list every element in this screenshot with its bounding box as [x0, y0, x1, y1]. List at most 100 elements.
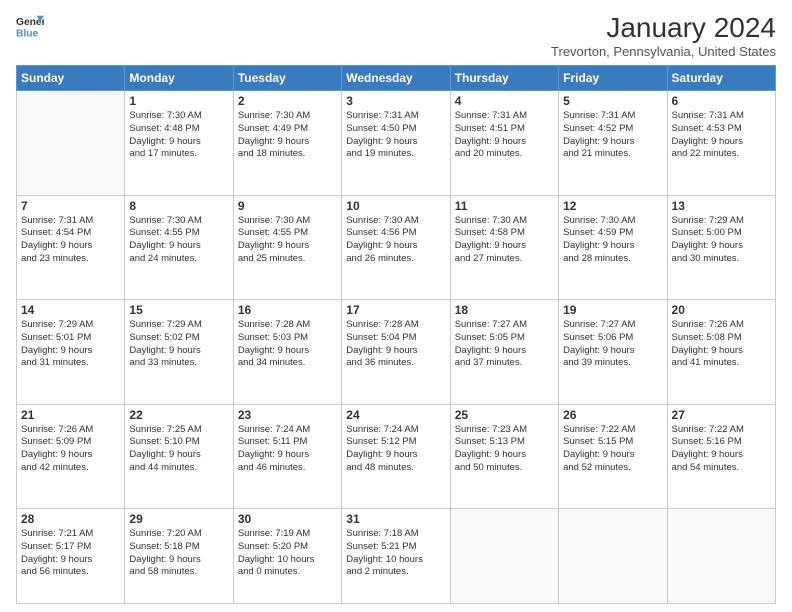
page: General Blue January 2024 Trevorton, Pen… [0, 0, 792, 612]
cell-content: Sunrise: 7:27 AMSunset: 5:06 PMDaylight:… [563, 319, 662, 370]
calendar-cell: 25 Sunrise: 7:23 AMSunset: 5:13 PMDayligh… [450, 404, 558, 509]
day-number: 27 [672, 408, 771, 422]
cell-content: Sunrise: 7:30 AMSunset: 4:56 PMDaylight:… [346, 215, 445, 266]
day-number: 22 [129, 408, 228, 422]
calendar-cell: 21 Sunrise: 7:26 AMSunset: 5:09 PMDayligh… [17, 404, 125, 509]
calendar-cell: 7 Sunrise: 7:31 AMSunset: 4:54 PMDaylight… [17, 195, 125, 300]
calendar-cell: 11 Sunrise: 7:30 AMSunset: 4:58 PMDayligh… [450, 195, 558, 300]
month-title: January 2024 [551, 12, 776, 44]
calendar-cell: 8 Sunrise: 7:30 AMSunset: 4:55 PMDaylight… [125, 195, 233, 300]
day-number: 2 [238, 94, 337, 108]
calendar-cell: 31 Sunrise: 7:18 AMSunset: 5:21 PMDayligh… [342, 509, 450, 604]
calendar-cell: 4 Sunrise: 7:31 AMSunset: 4:51 PMDaylight… [450, 91, 558, 196]
day-number: 11 [455, 199, 554, 213]
cell-content: Sunrise: 7:29 AMSunset: 5:01 PMDaylight:… [21, 319, 120, 370]
cell-content: Sunrise: 7:29 AMSunset: 5:00 PMDaylight:… [672, 215, 771, 266]
calendar-cell: 14Sunrise: 7:29 AMSunset: 5:01 PMDayligh… [17, 300, 125, 405]
day-number: 24 [346, 408, 445, 422]
cell-content: Sunrise: 7:30 AMSunset: 4:48 PMDaylight:… [129, 110, 228, 161]
week-row-5: 28Sunrise: 7:21 AMSunset: 5:17 PMDayligh… [17, 509, 776, 604]
calendar-cell: 9 Sunrise: 7:30 AMSunset: 4:55 PMDaylight… [233, 195, 341, 300]
calendar-cell: 16 Sunrise: 7:28 AMSunset: 5:03 PMDayligh… [233, 300, 341, 405]
calendar-cell [667, 509, 775, 604]
day-number: 6 [672, 94, 771, 108]
calendar-cell: 12Sunrise: 7:30 AMSunset: 4:59 PMDayligh… [559, 195, 667, 300]
cell-content: Sunrise: 7:31 AMSunset: 4:53 PMDaylight:… [672, 110, 771, 161]
calendar-cell: 1 Sunrise: 7:30 AMSunset: 4:48 PMDaylight… [125, 91, 233, 196]
calendar-cell: 10 Sunrise: 7:30 AMSunset: 4:56 PMDayligh… [342, 195, 450, 300]
cell-content: Sunrise: 7:26 AMSunset: 5:09 PMDaylight:… [21, 424, 120, 475]
calendar-cell [450, 509, 558, 604]
day-number: 10 [346, 199, 445, 213]
col-monday: Monday [125, 66, 233, 91]
cell-content: Sunrise: 7:31 AMSunset: 4:50 PMDaylight:… [346, 110, 445, 161]
cell-content: Sunrise: 7:21 AMSunset: 5:17 PMDaylight:… [21, 528, 120, 579]
day-number: 23 [238, 408, 337, 422]
day-number: 9 [238, 199, 337, 213]
calendar-cell: 26Sunrise: 7:22 AMSunset: 5:15 PMDayligh… [559, 404, 667, 509]
calendar-cell: 22 Sunrise: 7:25 AMSunset: 5:10 PMDayligh… [125, 404, 233, 509]
calendar-cell: 18 Sunrise: 7:27 AMSunset: 5:05 PMDayligh… [450, 300, 558, 405]
col-saturday: Saturday [667, 66, 775, 91]
cell-content: Sunrise: 7:23 AMSunset: 5:13 PMDaylight:… [455, 424, 554, 475]
day-number: 19 [563, 303, 662, 317]
calendar-cell: 3 Sunrise: 7:31 AMSunset: 4:50 PMDaylight… [342, 91, 450, 196]
cell-content: Sunrise: 7:27 AMSunset: 5:05 PMDaylight:… [455, 319, 554, 370]
logo: General Blue [16, 12, 44, 40]
cell-content: Sunrise: 7:28 AMSunset: 5:04 PMDaylight:… [346, 319, 445, 370]
calendar-cell: 15Sunrise: 7:29 AMSunset: 5:02 PMDayligh… [125, 300, 233, 405]
day-number: 31 [346, 512, 445, 526]
calendar-cell: 27 Sunrise: 7:22 AMSunset: 5:16 PMDayligh… [667, 404, 775, 509]
calendar-cell: 13 Sunrise: 7:29 AMSunset: 5:00 PMDayligh… [667, 195, 775, 300]
day-number: 21 [21, 408, 120, 422]
calendar-cell: 19 Sunrise: 7:27 AMSunset: 5:06 PMDayligh… [559, 300, 667, 405]
cell-content: Sunrise: 7:31 AMSunset: 4:51 PMDaylight:… [455, 110, 554, 161]
cell-content: Sunrise: 7:31 AMSunset: 4:54 PMDaylight:… [21, 215, 120, 266]
day-number: 7 [21, 199, 120, 213]
col-thursday: Thursday [450, 66, 558, 91]
cell-content: Sunrise: 7:28 AMSunset: 5:03 PMDaylight:… [238, 319, 337, 370]
day-number: 12 [563, 199, 662, 213]
week-row-1: 1 Sunrise: 7:30 AMSunset: 4:48 PMDaylight… [17, 91, 776, 196]
col-friday: Friday [559, 66, 667, 91]
cell-content: Sunrise: 7:24 AMSunset: 5:11 PMDaylight:… [238, 424, 337, 475]
cell-content: Sunrise: 7:22 AMSunset: 5:16 PMDaylight:… [672, 424, 771, 475]
cell-content: Sunrise: 7:22 AMSunset: 5:15 PMDaylight:… [563, 424, 662, 475]
cell-content: Sunrise: 7:18 AMSunset: 5:21 PMDaylight:… [346, 528, 445, 579]
col-wednesday: Wednesday [342, 66, 450, 91]
logo-icon: General Blue [16, 12, 44, 40]
day-number: 4 [455, 94, 554, 108]
location: Trevorton, Pennsylvania, United States [551, 44, 776, 59]
cell-content: Sunrise: 7:25 AMSunset: 5:10 PMDaylight:… [129, 424, 228, 475]
calendar-cell: 20 Sunrise: 7:26 AMSunset: 5:08 PMDayligh… [667, 300, 775, 405]
cell-content: Sunrise: 7:30 AMSunset: 4:55 PMDaylight:… [129, 215, 228, 266]
day-number: 3 [346, 94, 445, 108]
header: General Blue January 2024 Trevorton, Pen… [16, 12, 776, 59]
cell-content: Sunrise: 7:24 AMSunset: 5:12 PMDaylight:… [346, 424, 445, 475]
header-row: Sunday Monday Tuesday Wednesday Thursday… [17, 66, 776, 91]
day-number: 8 [129, 199, 228, 213]
week-row-2: 7 Sunrise: 7:31 AMSunset: 4:54 PMDaylight… [17, 195, 776, 300]
calendar-cell: 29Sunrise: 7:20 AMSunset: 5:18 PMDayligh… [125, 509, 233, 604]
col-sunday: Sunday [17, 66, 125, 91]
cell-content: Sunrise: 7:26 AMSunset: 5:08 PMDaylight:… [672, 319, 771, 370]
day-number: 16 [238, 303, 337, 317]
day-number: 13 [672, 199, 771, 213]
calendar-cell: 24 Sunrise: 7:24 AMSunset: 5:12 PMDayligh… [342, 404, 450, 509]
cell-content: Sunrise: 7:30 AMSunset: 4:58 PMDaylight:… [455, 215, 554, 266]
day-number: 25 [455, 408, 554, 422]
day-number: 30 [238, 512, 337, 526]
col-tuesday: Tuesday [233, 66, 341, 91]
day-number: 1 [129, 94, 228, 108]
calendar-cell: 2Sunrise: 7:30 AMSunset: 4:49 PMDaylight… [233, 91, 341, 196]
title-block: January 2024 Trevorton, Pennsylvania, Un… [551, 12, 776, 59]
day-number: 29 [129, 512, 228, 526]
day-number: 18 [455, 303, 554, 317]
calendar-cell [559, 509, 667, 604]
calendar-cell [17, 91, 125, 196]
cell-content: Sunrise: 7:29 AMSunset: 5:02 PMDaylight:… [129, 319, 228, 370]
cell-content: Sunrise: 7:30 AMSunset: 4:55 PMDaylight:… [238, 215, 337, 266]
calendar-cell: 23 Sunrise: 7:24 AMSunset: 5:11 PMDayligh… [233, 404, 341, 509]
day-number: 20 [672, 303, 771, 317]
calendar-table: Sunday Monday Tuesday Wednesday Thursday… [16, 65, 776, 604]
